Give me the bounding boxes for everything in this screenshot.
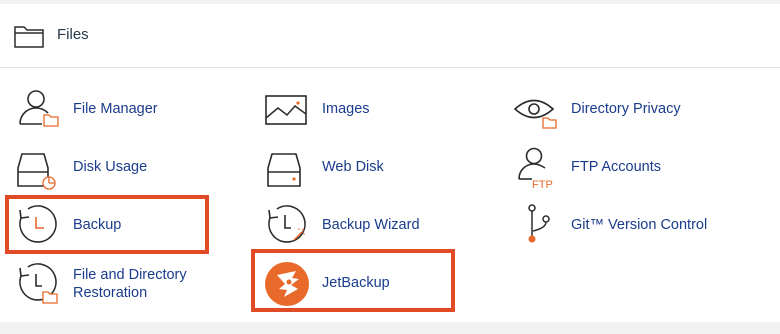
git-version-control-link[interactable]: Git™ Version Control	[514, 204, 744, 256]
disk-usage-link[interactable]: Disk Usage	[16, 146, 246, 198]
backup-wizard-label: Backup Wizard	[322, 217, 420, 233]
images-label: Images	[322, 101, 370, 117]
directory-privacy-link[interactable]: Directory Privacy	[514, 88, 744, 140]
disk-usage-label: Disk Usage	[73, 159, 148, 175]
git-version-control-label: Git™ Version Control	[571, 217, 708, 233]
ftp-accounts-icon: FTP	[518, 147, 553, 190]
ftp-accounts-label: FTP Accounts	[571, 159, 661, 175]
file-manager-link[interactable]: File Manager	[16, 88, 246, 140]
panel-header[interactable]: Files	[0, 4, 780, 68]
panel-title: Files	[57, 26, 89, 43]
file-manager-label: File Manager	[73, 101, 158, 117]
directory-privacy-label: Directory Privacy	[571, 101, 681, 117]
bottom-strip	[0, 322, 780, 334]
svg-text:FTP: FTP	[532, 179, 553, 190]
eye-icon	[514, 99, 557, 129]
file-directory-restoration-label: File and Directory Restoration	[73, 267, 187, 301]
web-disk-link[interactable]: Web Disk	[265, 146, 495, 198]
folder-icon	[14, 26, 44, 48]
disk-usage-icon	[17, 153, 56, 190]
backup-wizard-icon	[268, 205, 306, 243]
web-disk-label: Web Disk	[322, 159, 384, 175]
jetbackup-highlight-box	[251, 249, 455, 312]
file-directory-restoration-link[interactable]: File and Directory Restoration	[16, 262, 246, 314]
web-disk-icon	[267, 153, 301, 187]
git-icon	[528, 204, 550, 243]
images-icon	[265, 95, 307, 125]
backup-highlight-box	[5, 195, 209, 254]
file-manager-icon	[19, 90, 59, 127]
restoration-icon	[19, 263, 58, 304]
images-link[interactable]: Images	[265, 88, 495, 140]
ftp-accounts-link[interactable]: FTP FTP Accounts	[514, 146, 744, 198]
